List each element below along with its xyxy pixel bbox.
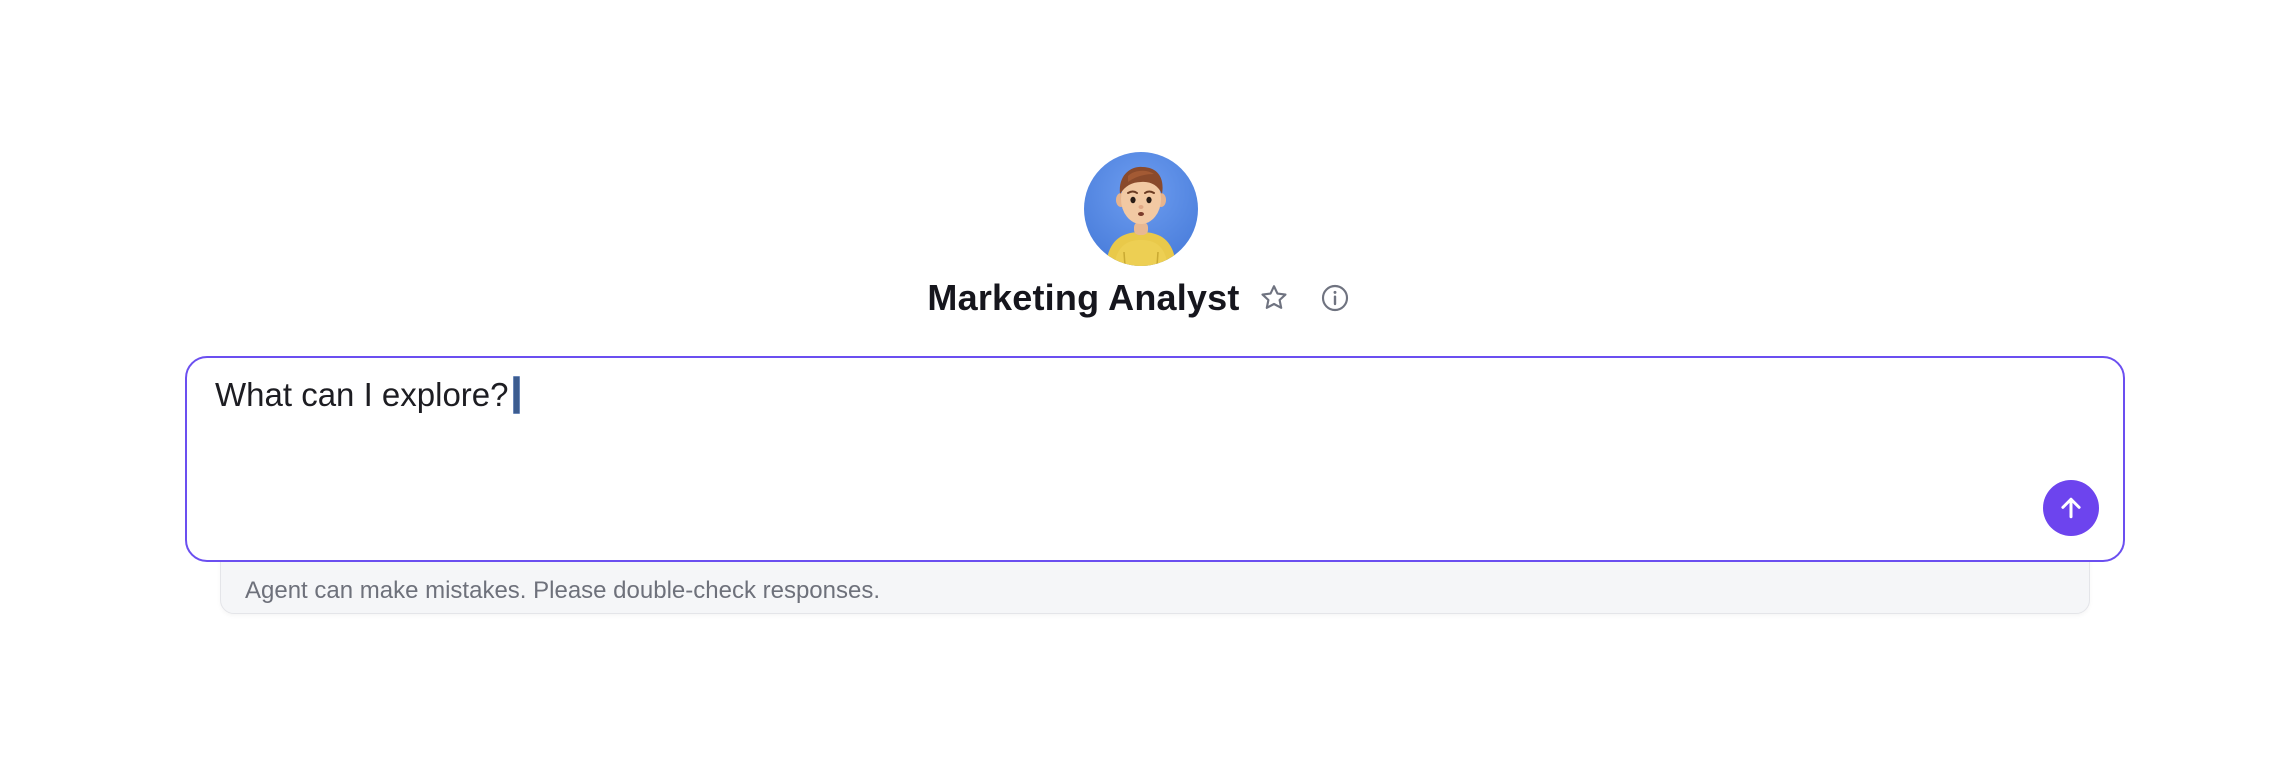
agent-title: Marketing Analyst — [927, 277, 1240, 318]
arrow-up-icon — [2061, 497, 2081, 519]
agent-header: Marketing Analyst — [0, 152, 2282, 322]
info-icon — [1321, 284, 1348, 312]
text-caret — [512, 376, 520, 414]
person-avatar-icon — [1106, 166, 1176, 266]
prompt-input-text[interactable]: What can I explore? — [215, 374, 509, 416]
disclaimer-text: Agent can make mistakes. Please double-c… — [245, 577, 881, 604]
send-button[interactable] — [2043, 480, 2099, 536]
star-icon — [1261, 285, 1287, 309]
prompt-input[interactable]: What can I explore? — [215, 374, 520, 416]
prompt-box[interactable]: What can I explore? — [185, 356, 2125, 562]
agent-avatar — [1084, 152, 1198, 266]
chat-page: Marketing Analyst What can I explore? Ag… — [0, 0, 2282, 770]
agent-title-row: Marketing Analyst — [927, 274, 1354, 322]
favorite-button[interactable] — [1254, 278, 1294, 318]
info-button[interactable] — [1315, 278, 1355, 318]
